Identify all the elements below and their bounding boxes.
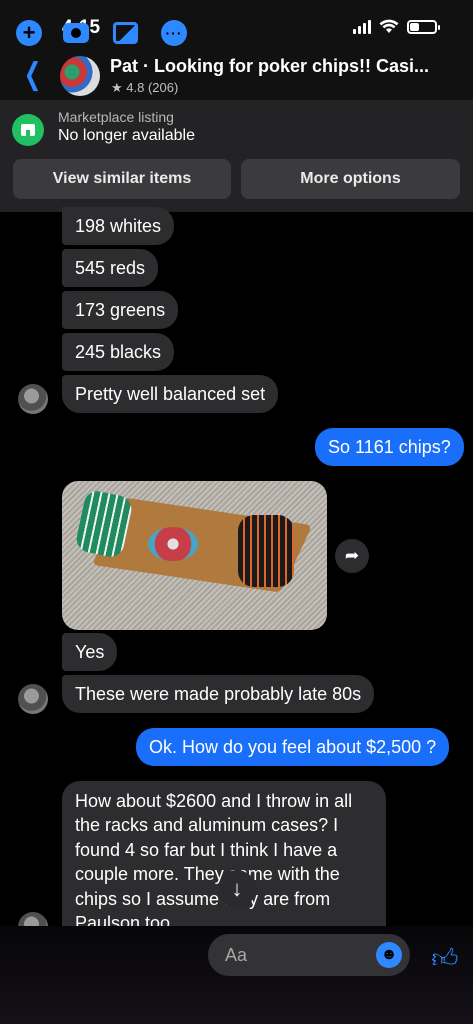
share-icon[interactable]: ➦	[335, 539, 369, 573]
message-bubble[interactable]: 245 blacks	[62, 333, 175, 371]
chat-bubble-icon[interactable]: ···	[161, 20, 187, 46]
avatar[interactable]	[60, 56, 100, 96]
message-input-placeholder: Aa	[225, 945, 248, 965]
sent-message-bubble[interactable]: Ok. How do you feel about $2,500 ?	[136, 728, 450, 766]
sent-message-bubble[interactable]: So 1161 chips?	[315, 428, 464, 466]
emoji-icon[interactable]: ☻	[376, 942, 402, 968]
message-bubble[interactable]: Pretty well balanced set	[62, 375, 279, 413]
status-icons	[353, 19, 440, 34]
chevron-left-icon[interactable]: ❮	[24, 60, 42, 90]
wifi-icon	[379, 19, 399, 33]
avatar[interactable]	[18, 384, 48, 414]
chip-rack-photo[interactable]	[62, 481, 327, 630]
message-bubble[interactable]: How about $2600 and I throw in all the r…	[62, 781, 386, 926]
message-bubble[interactable]: 198 whites	[62, 207, 175, 245]
message-bubble[interactable]: These were made probably late 80s	[62, 675, 375, 713]
gallery-icon[interactable]	[112, 20, 138, 46]
thumbs-up-icon[interactable]: 👍︎	[431, 943, 459, 973]
view-similar-items-button[interactable]: View similar items	[13, 159, 231, 199]
chat-header: ❮ Pat · Looking for poker chips!! Casi..…	[0, 52, 473, 100]
scroll-down-icon[interactable]: ↓	[218, 870, 256, 908]
message-bubble[interactable]: 545 reds	[62, 249, 159, 287]
listing-status: No longer available	[58, 127, 195, 144]
battery-icon	[407, 19, 440, 34]
message-input[interactable]: Aa ☻	[208, 934, 410, 976]
seller-rating: ★ 4.8 (206)	[111, 80, 179, 95]
chat-title[interactable]: Pat · Looking for poker chips!! Casi...	[110, 56, 460, 77]
message-bubble[interactable]: 173 greens	[62, 291, 179, 329]
signal-icon	[353, 19, 371, 34]
more-options-button[interactable]: More options	[241, 159, 460, 199]
plus-icon[interactable]: +	[16, 20, 42, 46]
listing-label: Marketplace listing	[58, 109, 174, 125]
marketplace-listing-banner: Marketplace listing No longer available …	[0, 100, 473, 212]
message-bubble[interactable]: Yes	[62, 633, 118, 671]
camera-icon[interactable]	[63, 20, 89, 46]
avatar[interactable]	[18, 684, 48, 714]
marketplace-icon	[12, 114, 44, 146]
